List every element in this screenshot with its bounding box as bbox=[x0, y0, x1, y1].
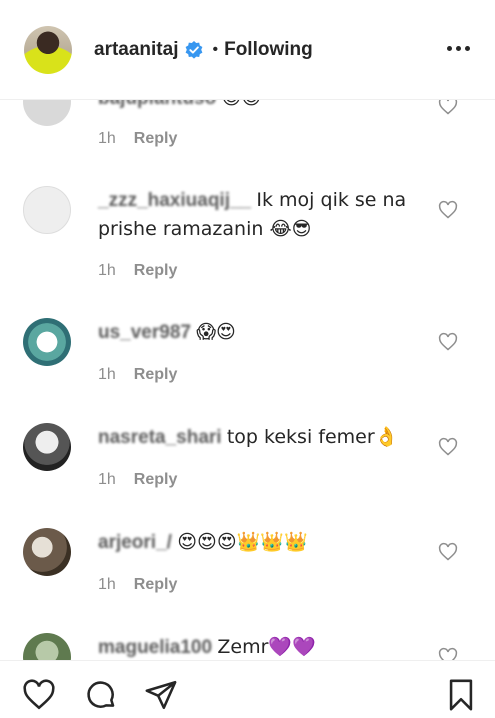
commenter-avatar[interactable] bbox=[23, 186, 71, 234]
reply-button[interactable]: Reply bbox=[134, 130, 178, 148]
commenter-username[interactable]: us_ver987 bbox=[98, 322, 191, 343]
commenter-username[interactable]: _zzz_haxiuaqij__ bbox=[98, 190, 251, 211]
comment-body: 😱😍 bbox=[196, 321, 236, 343]
commenter-username[interactable]: maguelia100 bbox=[98, 637, 212, 658]
heart-icon[interactable] bbox=[22, 678, 56, 712]
comment-text-block: nasreta_shari top keksi femer👌 bbox=[98, 423, 418, 452]
comment-text-block: maguelia100 Zemr💜💜 bbox=[98, 633, 418, 660]
commenter-username[interactable]: arjeori_/ bbox=[98, 532, 172, 553]
commenter-username[interactable]: bajuplantuso bbox=[98, 100, 216, 109]
comment-bubble-icon[interactable] bbox=[84, 678, 118, 712]
commenter-avatar[interactable] bbox=[23, 318, 71, 366]
comment-time: 1h bbox=[98, 262, 116, 279]
commenter-username[interactable]: nasreta_shari bbox=[98, 427, 222, 448]
comment-time: 1h bbox=[98, 471, 116, 488]
heart-icon[interactable] bbox=[438, 332, 458, 352]
comment-body: top keksi femer👌 bbox=[226, 426, 399, 448]
post-header: artaanitaj • Following bbox=[0, 0, 495, 100]
comment-text-block: _zzz_haxiuaqij__ Ik moj qik se na prishe… bbox=[98, 186, 418, 244]
comment-meta: 1h Reply bbox=[98, 130, 177, 148]
author-info: artaanitaj • Following bbox=[94, 39, 313, 61]
reply-button[interactable]: Reply bbox=[134, 366, 178, 384]
commenter-avatar[interactable] bbox=[23, 633, 71, 660]
bookmark-icon[interactable] bbox=[444, 678, 478, 712]
comment-text-block: us_ver987 😱😍 bbox=[98, 318, 418, 347]
comment-meta: 1h Reply bbox=[98, 471, 177, 489]
author-avatar[interactable] bbox=[24, 25, 72, 74]
action-bar bbox=[0, 660, 495, 718]
separator-dot: • bbox=[212, 40, 219, 58]
comment-meta: 1h Reply bbox=[98, 576, 177, 594]
heart-icon[interactable] bbox=[438, 647, 458, 660]
heart-icon[interactable] bbox=[438, 437, 458, 457]
comment-body: 😍😍😍👑👑👑 bbox=[177, 531, 308, 553]
comment-meta: 1h Reply bbox=[98, 262, 177, 280]
comment-time: 1h bbox=[98, 366, 116, 383]
commenter-avatar[interactable] bbox=[23, 423, 71, 471]
comment-time: 1h bbox=[98, 130, 116, 147]
comment-text-block: bajuplantuso 😍😍 bbox=[98, 100, 418, 113]
paper-plane-icon[interactable] bbox=[144, 678, 178, 712]
commenter-avatar[interactable] bbox=[23, 100, 71, 126]
heart-icon[interactable] bbox=[438, 542, 458, 562]
following-button[interactable]: Following bbox=[224, 39, 313, 61]
comment-meta: 1h Reply bbox=[98, 366, 177, 384]
comment-body: Zemr💜💜 bbox=[217, 636, 316, 658]
author-username[interactable]: artaanitaj bbox=[94, 39, 178, 61]
comment-time: 1h bbox=[98, 576, 116, 593]
heart-icon[interactable] bbox=[438, 100, 458, 116]
comment-body: 😍😍 bbox=[222, 100, 262, 109]
comment-text-block: arjeori_/ 😍😍😍👑👑👑 bbox=[98, 528, 418, 557]
reply-button[interactable]: Reply bbox=[134, 262, 178, 280]
ellipsis-icon[interactable] bbox=[447, 38, 475, 58]
reply-button[interactable]: Reply bbox=[134, 471, 178, 489]
reply-button[interactable]: Reply bbox=[134, 576, 178, 594]
comments-list[interactable]: bajuplantuso 😍😍 1h Reply _zzz_haxiuaqij_… bbox=[0, 100, 495, 660]
verified-badge-icon bbox=[184, 40, 204, 60]
commenter-avatar[interactable] bbox=[23, 528, 71, 576]
heart-icon[interactable] bbox=[438, 200, 458, 220]
